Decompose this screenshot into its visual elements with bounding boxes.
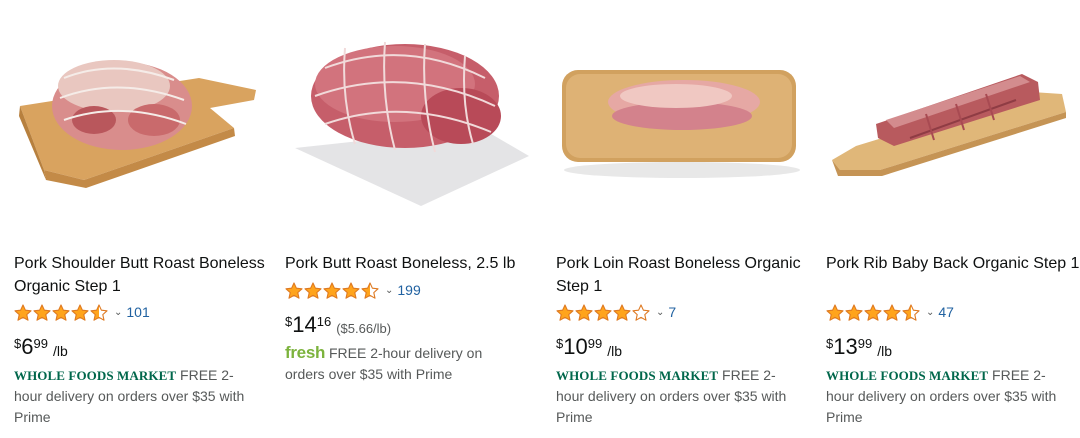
star-half-icon [902, 303, 920, 321]
price-fraction: 16 [316, 314, 332, 329]
product-title-link[interactable]: Pork Loin Roast Boneless Organic Step 1 [556, 252, 814, 298]
star-rating [556, 303, 651, 321]
product-card: Pork Shoulder Butt Roast Boneless Organi… [14, 0, 276, 438]
review-count-link[interactable]: 101 [126, 304, 149, 320]
product-image[interactable] [285, 28, 547, 218]
whole-foods-market-logo: WHOLE FOODS MARKET [826, 368, 989, 383]
review-count-link[interactable]: 7 [668, 304, 676, 320]
star-rating [14, 303, 109, 321]
review-count-link[interactable]: 47 [938, 304, 954, 320]
price[interactable]: $ 13 99 /lb [826, 335, 892, 359]
star-full-icon [845, 303, 863, 321]
price-whole: 10 [563, 334, 588, 359]
delivery-info: WHOLE FOODS MARKET FREE 2-hour delivery … [826, 365, 1066, 428]
price-symbol: $ [285, 314, 293, 329]
rating-summary[interactable]: ⌄ 7 [556, 302, 676, 322]
pork-loin-image [562, 70, 800, 178]
chevron-down-icon: ⌄ [656, 306, 665, 318]
pork-shoulder-image [19, 60, 256, 188]
price[interactable]: $ 10 99 /lb [556, 335, 622, 359]
price-fraction: 99 [587, 336, 603, 351]
price-per-unit: ($5.66/lb) [336, 321, 392, 336]
price-whole: 6 [21, 334, 34, 359]
star-full-icon [304, 281, 322, 299]
star-half-icon [90, 303, 108, 321]
star-empty-icon [632, 303, 650, 321]
rating-summary[interactable]: ⌄ 199 [285, 280, 421, 300]
product-card: Pork Rib Baby Back Organic Step 1 ⌄ 47 $… [826, 0, 1080, 438]
star-full-icon [342, 281, 360, 299]
review-count-link[interactable]: 199 [397, 282, 420, 298]
price-fraction: 99 [33, 336, 48, 351]
price-symbol: $ [14, 336, 22, 351]
price[interactable]: $ 14 16 ($5.66/lb) [285, 313, 391, 337]
star-full-icon [323, 281, 341, 299]
product-card: Pork Butt Roast Boneless, 2.5 lb ⌄ 199 $… [285, 0, 547, 438]
star-full-icon [864, 303, 882, 321]
price-whole: 13 [833, 334, 858, 359]
star-full-icon [556, 303, 574, 321]
price-unit: /lb [877, 343, 892, 359]
price-symbol: $ [556, 336, 564, 351]
price-fraction: 99 [857, 336, 873, 351]
star-full-icon [826, 303, 844, 321]
star-full-icon [14, 303, 32, 321]
price-unit: /lb [52, 343, 68, 359]
price-unit: /lb [607, 343, 622, 359]
delivery-info: WHOLE FOODS MARKET FREE 2-hour delivery … [556, 365, 796, 428]
product-image[interactable] [826, 28, 1080, 218]
product-grid: Pork Shoulder Butt Roast Boneless Organi… [0, 0, 1080, 438]
star-half-icon [361, 281, 379, 299]
delivery-info: WHOLE FOODS MARKET FREE 2-hour delivery … [14, 365, 254, 428]
price-whole: 14 [292, 312, 317, 337]
price[interactable]: $ 6 99 /lb [14, 335, 68, 359]
product-card: Pork Loin Roast Boneless Organic Step 1 … [556, 0, 818, 438]
rating-summary[interactable]: ⌄ 101 [14, 302, 150, 322]
star-full-icon [285, 281, 303, 299]
product-title-link[interactable]: Pork Butt Roast Boneless, 2.5 lb [285, 252, 543, 275]
amazon-fresh-logo: fresh [285, 343, 326, 362]
star-full-icon [594, 303, 612, 321]
pork-ribs-image [832, 74, 1066, 176]
product-image[interactable] [14, 28, 276, 218]
whole-foods-market-logo: WHOLE FOODS MARKET [14, 368, 177, 383]
rating-summary[interactable]: ⌄ 47 [826, 302, 954, 322]
star-full-icon [71, 303, 89, 321]
star-full-icon [33, 303, 51, 321]
product-title-link[interactable]: Pork Shoulder Butt Roast Boneless Organi… [14, 252, 272, 298]
star-rating [285, 281, 380, 299]
price-symbol: $ [826, 336, 834, 351]
chevron-down-icon: ⌄ [385, 284, 394, 296]
product-title-link[interactable]: Pork Rib Baby Back Organic Step 1 [826, 252, 1080, 275]
star-full-icon [52, 303, 70, 321]
star-full-icon [613, 303, 631, 321]
pork-butt-roast-image [295, 41, 529, 206]
star-full-icon [883, 303, 901, 321]
delivery-info: fresh FREE 2-hour delivery on orders ove… [285, 342, 525, 385]
star-rating [826, 303, 921, 321]
chevron-down-icon: ⌄ [926, 306, 935, 318]
product-image[interactable] [556, 28, 818, 218]
chevron-down-icon: ⌄ [114, 306, 123, 318]
star-full-icon [575, 303, 593, 321]
whole-foods-market-logo: WHOLE FOODS MARKET [556, 368, 719, 383]
